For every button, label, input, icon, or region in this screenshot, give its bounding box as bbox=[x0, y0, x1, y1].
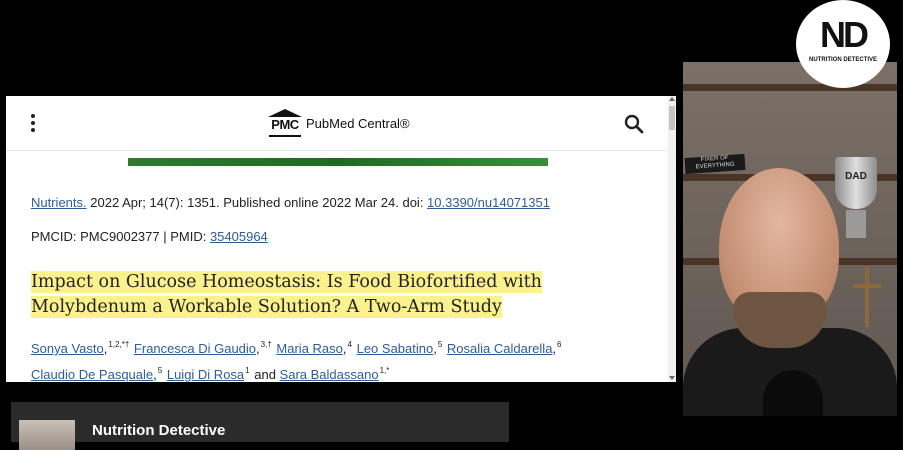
trophy bbox=[835, 157, 877, 209]
channel-name[interactable]: Nutrition Detective bbox=[92, 422, 225, 439]
badge-initials: ND bbox=[820, 14, 869, 55]
author-link[interactable]: Leo Sabatino bbox=[357, 341, 434, 356]
pmc-logo[interactable]: PMC PubMed Central® bbox=[268, 108, 410, 138]
author-link[interactable]: Claudio De Pasquale bbox=[31, 367, 153, 382]
article-title: Impact on Glucose Homeostasis: Is Food B… bbox=[31, 271, 542, 318]
browser-page: PMC PubMed Central® Nutrients. 2022 Apr;… bbox=[6, 96, 676, 382]
journal-link[interactable]: Nutrients. bbox=[31, 195, 87, 210]
channel-avatar[interactable] bbox=[19, 420, 75, 450]
scrollbar-thumb[interactable] bbox=[669, 106, 675, 130]
author-affiliation: 5 bbox=[437, 340, 443, 349]
author-link[interactable]: Francesca Di Gaudio bbox=[134, 341, 256, 356]
author-affiliation: 1 bbox=[245, 366, 250, 375]
journal-banner bbox=[128, 158, 548, 166]
author-affiliation: 5 bbox=[157, 366, 163, 375]
cross-decoration bbox=[865, 267, 869, 327]
menu-icon[interactable] bbox=[28, 114, 38, 134]
pmid-link[interactable]: 35405964 bbox=[210, 229, 268, 244]
author-affiliation: 1,* bbox=[379, 366, 390, 375]
webcam-feed: FIXER OF EVERYTHING DAD bbox=[683, 62, 897, 416]
author-link[interactable]: Sonya Vasto bbox=[31, 341, 104, 356]
author-affiliation: 4 bbox=[347, 340, 352, 349]
author-affiliation: 1,2,*† bbox=[108, 340, 130, 349]
channel-bar: Nutrition Detective bbox=[11, 402, 509, 450]
pmcid-text: PMCID: PMC9002377 | PMID: bbox=[31, 229, 210, 244]
author-affiliation: 3,† bbox=[260, 340, 272, 349]
trophy-label: DAD bbox=[845, 171, 867, 182]
pmc-logo-mark: PMC bbox=[271, 117, 299, 132]
citation-line: Nutrients. 2022 Apr; 14(7): 1351. Publis… bbox=[31, 195, 550, 210]
search-icon[interactable] bbox=[624, 114, 644, 134]
pmc-logo-name: PubMed Central® bbox=[306, 115, 410, 131]
scroll-down-arrow-icon[interactable] bbox=[669, 376, 675, 380]
pmc-building-icon: PMC bbox=[268, 109, 302, 137]
author-link[interactable]: Maria Raso bbox=[276, 341, 342, 356]
author-list: Sonya Vasto,1,2,*† Francesca Di Gaudio,3… bbox=[31, 340, 562, 382]
author-affiliation: 6 bbox=[557, 340, 562, 349]
author-link[interactable]: Rosalia Caldarella bbox=[447, 341, 553, 356]
author-link[interactable]: Luigi Di Rosa bbox=[167, 367, 244, 382]
badge-caption: NUTRITION DETECTIVE bbox=[808, 57, 877, 63]
channel-logo-badge: ND NUTRITION DETECTIVE bbox=[796, 0, 890, 88]
pmc-header: PMC PubMed Central® bbox=[6, 96, 668, 151]
author-link[interactable]: Sara Baldassano bbox=[280, 367, 379, 382]
scroll-up-arrow-icon[interactable] bbox=[669, 97, 675, 101]
scrollbar[interactable] bbox=[668, 96, 676, 382]
article-ids: PMCID: PMC9002377 | PMID: 35405964 bbox=[31, 229, 268, 244]
citation-text: 2022 Apr; 14(7): 1351. Published online … bbox=[86, 195, 428, 210]
doi-link[interactable]: 10.3390/nu14071351 bbox=[427, 195, 550, 210]
